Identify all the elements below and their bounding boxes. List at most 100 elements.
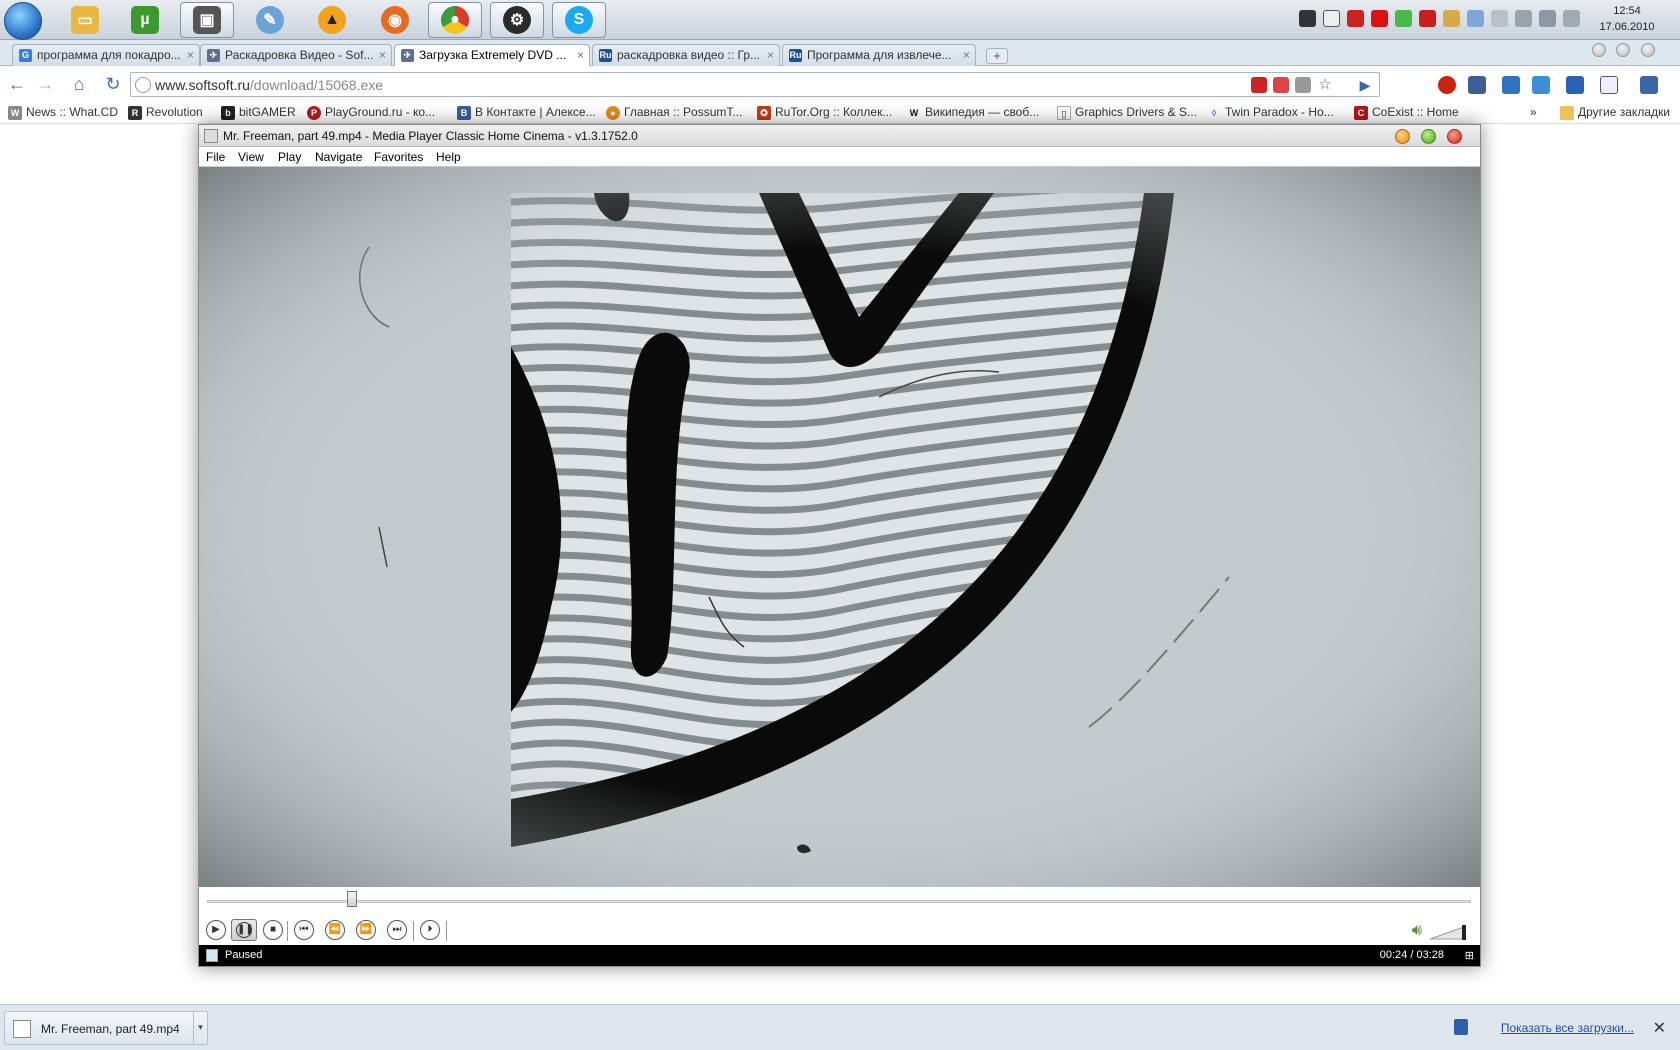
close-tab-icon[interactable]: × (767, 48, 774, 62)
coexist-icon: C (1354, 106, 1368, 120)
ati-tray-icon[interactable] (1419, 10, 1436, 27)
bookmark-item[interactable]: B В Контакте | Алексе... (457, 105, 596, 120)
browser-tab[interactable]: Ru Программа для извлече... × (782, 44, 976, 66)
flag-tray-icon[interactable] (1515, 10, 1532, 27)
menu-favorites[interactable]: Favorites (374, 150, 423, 164)
menu-play[interactable]: Play (278, 150, 301, 164)
bookmark-item[interactable]: ● Главная :: PossumT... (606, 105, 742, 120)
taskbar-app-aimp[interactable]: ▲ (305, 2, 359, 38)
taskbar-app-chrome[interactable]: ● (428, 2, 482, 38)
bookmark-item[interactable]: C CoExist :: Home (1354, 105, 1459, 120)
reload-icon[interactable]: ↻ (102, 73, 124, 95)
new-tab-button[interactable]: + (986, 48, 1008, 64)
adobe-tray-icon[interactable] (1371, 10, 1388, 27)
whatcd-icon: W (8, 106, 22, 120)
frame-step-icon[interactable]: ⏵ (420, 920, 440, 940)
forward-arrow-icon[interactable]: → (34, 73, 56, 95)
close-shelf-icon[interactable]: ✕ (1653, 1018, 1666, 1038)
download-item[interactable]: Mr. Freeman, part 49.mp4 ▾ (4, 1011, 208, 1045)
taskbar-app-explorer[interactable]: ▭ (58, 2, 112, 38)
close-tab-icon[interactable]: × (963, 48, 970, 62)
stop-icon[interactable]: ■ (263, 920, 283, 940)
speaker-tray-icon[interactable] (1491, 10, 1508, 27)
bookmark-item[interactable]: ◊ Twin Paradox - Ho... (1207, 105, 1334, 120)
video-frame[interactable] (199, 167, 1480, 887)
menu-help[interactable]: Help (436, 150, 461, 164)
show-all-downloads-link[interactable]: Показать все загрузки... (1501, 1021, 1634, 1035)
close-orb-icon[interactable] (1447, 129, 1462, 144)
browser-tab-active[interactable]: ✈ Загрузка Extremely DVD ... × (394, 44, 590, 66)
bookmark-item[interactable]: b bitGAMER (221, 105, 296, 120)
rewind-icon[interactable]: ⏪ (325, 920, 345, 940)
seek-bar[interactable] (199, 887, 1480, 915)
player-title-bar[interactable]: Mr. Freeman, part 49.mp4 - Media Player … (199, 125, 1480, 147)
minimize-window-button[interactable] (1592, 43, 1606, 57)
minimize-orb-icon[interactable] (1395, 129, 1410, 144)
sync-icon[interactable] (1532, 76, 1550, 94)
steam-tray-icon[interactable] (1299, 10, 1316, 27)
taskbar-app-firefox[interactable]: ◉ (368, 2, 422, 38)
close-tab-icon[interactable]: × (577, 48, 584, 62)
browser-tab[interactable]: ✈ Раскадровка Видео - Sof... × (200, 44, 392, 66)
fast-forward-icon[interactable]: ⏩ (356, 920, 376, 940)
player-app-icon (204, 129, 218, 143)
taskbar-app-skype[interactable]: S (552, 2, 606, 38)
bookmark-item[interactable]: W Википедия — своб... (907, 105, 1039, 120)
maximize-orb-icon[interactable] (1421, 129, 1436, 144)
playback-controls: ▶ ❚❚ ■ ⏮ ⏪ ⏩ ⏭ ⏵ 🔊︎ (199, 915, 1480, 945)
network-connection-icon[interactable] (1539, 10, 1556, 27)
bookmark-item[interactable]: R Revolution (128, 105, 203, 120)
pdf-extension-icon[interactable] (1251, 77, 1267, 93)
taskbar-app-utorrent[interactable]: µ (118, 2, 172, 38)
previous-icon[interactable]: ⏮ (294, 920, 314, 940)
extension-icon[interactable] (1273, 77, 1289, 93)
close-tab-icon[interactable]: × (379, 48, 386, 62)
monitor-tray-icon[interactable] (1467, 10, 1484, 27)
taskbar-app-video-editor[interactable]: ▣ (180, 2, 234, 38)
panda-tray-icon[interactable] (1323, 10, 1340, 27)
taskbar-app-paint[interactable]: ✎ (243, 2, 297, 38)
go-arrow-icon[interactable]: ▶ (1357, 77, 1373, 93)
maximize-window-button[interactable] (1616, 43, 1630, 57)
bookmark-item[interactable]: ▯ Graphics Drivers & S... (1057, 105, 1197, 120)
bookmark-item[interactable]: ✪ RuTor.Org :: Коллек... (757, 105, 892, 120)
star-icon[interactable]: ☆ (1317, 77, 1333, 93)
address-bar[interactable]: www.softsoft.ru/download/15068.exe ☆ ▶ (130, 72, 1380, 97)
system-clock[interactable]: 12:54 17.06.2010 (1582, 3, 1672, 35)
translate-icon[interactable] (1502, 76, 1520, 94)
more-bookmarks-chevron-icon[interactable]: » (1530, 105, 1537, 119)
close-window-button[interactable] (1641, 43, 1655, 57)
network-tray-icon[interactable] (1443, 10, 1460, 27)
next-icon[interactable]: ⏭ (387, 920, 407, 940)
home-icon[interactable]: ⌂ (68, 73, 90, 95)
menu-navigate[interactable]: Navigate (315, 150, 362, 164)
video-frame-image (199, 167, 1480, 887)
counter-tray-icon[interactable] (1347, 10, 1364, 27)
bulb-icon[interactable] (1295, 77, 1311, 93)
subtitle-icon[interactable]: ⊞ (1465, 949, 1474, 962)
volume-tray-icon[interactable] (1563, 10, 1580, 27)
shield-tray-icon[interactable] (1395, 10, 1412, 27)
bookmark-item[interactable]: P PlayGround.ru - ко... (307, 105, 435, 120)
download-icon[interactable] (1566, 76, 1584, 94)
other-bookmarks-folder[interactable]: Другие закладки (1560, 105, 1670, 120)
speaker-icon[interactable]: 🔊︎ (1412, 922, 1422, 940)
seek-thumb[interactable] (347, 891, 358, 907)
chevron-down-icon[interactable]: ▾ (193, 1012, 207, 1044)
adblock-icon[interactable] (1438, 76, 1456, 94)
page-menu-icon[interactable] (1600, 76, 1618, 94)
browser-tab[interactable]: Ru раскадровка видео :: Гр... × (592, 44, 780, 66)
play-icon[interactable]: ▶ (206, 920, 226, 940)
menu-view[interactable]: View (238, 150, 264, 164)
mail-icon[interactable] (1468, 76, 1486, 94)
start-button[interactable] (4, 2, 42, 40)
close-tab-icon[interactable]: × (187, 48, 194, 62)
menu-file[interactable]: File (206, 150, 225, 164)
volume-slider[interactable] (1428, 923, 1470, 941)
taskbar-app-steam[interactable]: ⚙ (490, 2, 544, 38)
pause-icon[interactable]: ❚❚ (231, 919, 257, 941)
browser-tab[interactable]: G программа для покадро... × (12, 44, 200, 66)
wrench-icon[interactable] (1640, 76, 1658, 94)
bookmark-item[interactable]: W News :: What.CD (8, 105, 118, 120)
back-arrow-icon[interactable]: ← (6, 73, 28, 95)
